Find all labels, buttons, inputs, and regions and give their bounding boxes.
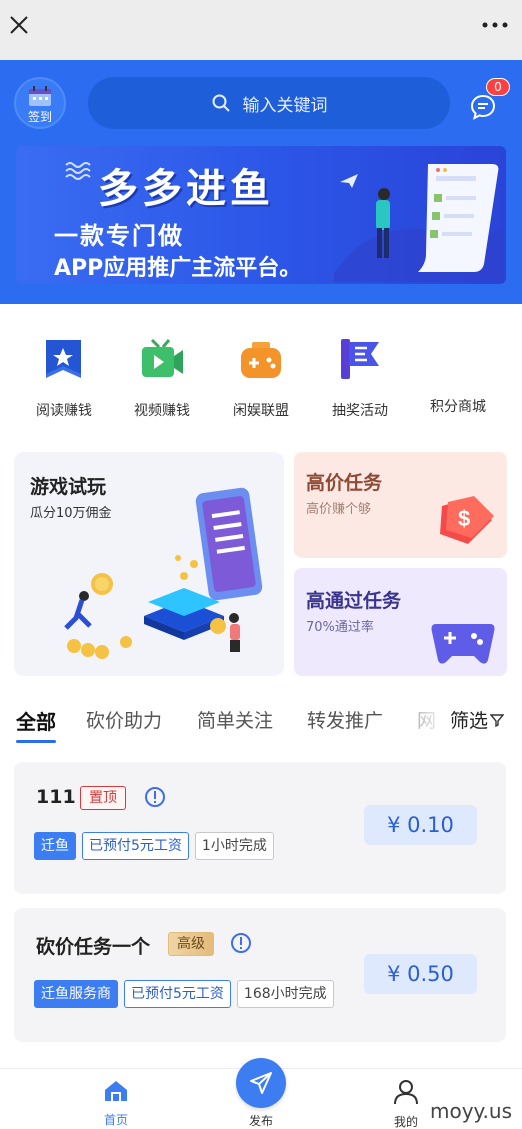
tab-fade (400, 700, 446, 740)
task-card[interactable]: 砍价任务一个 高级 迁鱼服务商 已预付5元工资 168小时完成 ¥ 0.50 (14, 908, 506, 1042)
banner-title: 多多进鱼 (98, 166, 274, 212)
task-price: ¥ 0.50 (364, 954, 477, 994)
publish-button[interactable] (236, 1058, 286, 1108)
tab-follow[interactable]: 简单关注 (197, 706, 273, 733)
category-label: 抽奖活动 (332, 403, 388, 419)
price-tag-icon: $ (440, 496, 494, 544)
tab-share[interactable]: 转发推广 (307, 706, 383, 733)
filter-label: 筛选 (450, 710, 489, 732)
promo-pass-subtitle: 70%通过率 (306, 620, 374, 635)
task-name: 111 (36, 786, 76, 808)
info-icon[interactable] (230, 932, 252, 954)
flag-icon (341, 339, 379, 379)
message-icon[interactable] (470, 94, 496, 120)
svg-text:$: $ (458, 506, 470, 531)
task-badge: 高级 (168, 932, 214, 956)
promo-game-subtitle: 瓜分10万佣金 (30, 506, 112, 521)
gamepad-icon (431, 624, 495, 664)
more-icon[interactable] (482, 20, 508, 30)
category-lottery[interactable]: 抽奖活动 (310, 336, 410, 420)
task-price: ¥ 0.10 (364, 805, 477, 845)
category-leisure[interactable]: 闲娱联盟 (211, 336, 311, 420)
task-tags: 迁鱼 已预付5元工资 1小时完成 (34, 832, 274, 860)
task-badge: 置顶 (80, 786, 126, 810)
promo-game-title: 游戏试玩 (30, 476, 107, 498)
task-tag: 1小时完成 (194, 832, 274, 860)
message-badge: 0 (486, 78, 510, 96)
header: 签到 输入关键词 0 多多进鱼 一款专门做 APP应用推广主流平台。 (0, 60, 522, 304)
category-label: 闲娱联盟 (233, 403, 289, 419)
close-icon[interactable] (8, 14, 30, 36)
task-tag: 迁鱼 (34, 832, 76, 860)
book-icon (46, 340, 81, 378)
task-tag: 迁鱼服务商 (34, 980, 118, 1008)
category-mall[interactable]: 积分商城 (408, 336, 508, 416)
task-tag: 已预付5元工资 (82, 832, 189, 860)
wave-icon (65, 162, 91, 180)
signin-label: 签到 (27, 110, 52, 124)
publish-label: 发布 (248, 1114, 273, 1128)
video-icon (142, 338, 183, 377)
banner-line1: 一款专门做 (54, 222, 184, 250)
info-icon[interactable] (144, 786, 166, 808)
filter-button[interactable]: 筛选 (450, 706, 505, 733)
promo-high-card[interactable]: 高价任务 高价赚个够 $ (294, 452, 507, 558)
nav-mine[interactable]: 我的 (376, 1079, 436, 1129)
promo-high-title: 高价任务 (306, 472, 383, 494)
search-placeholder: 输入关键词 (242, 95, 328, 116)
tab-indicator (16, 740, 56, 743)
filter-icon (490, 713, 505, 727)
banner-illustration (334, 164, 504, 282)
search-icon (212, 94, 230, 112)
task-tabs: 全部 砍价助力 简单关注 转发推广 网 筛选 (0, 700, 522, 746)
task-tag: 已预付5元工资 (124, 980, 231, 1008)
tab-all[interactable]: 全部 (16, 706, 56, 735)
home-icon (105, 1081, 127, 1101)
category-read[interactable]: 阅读赚钱 (14, 336, 114, 420)
category-label: 积分商城 (430, 399, 486, 415)
task-tag: 168小时完成 (236, 980, 334, 1008)
promo-high-subtitle: 高价赚个够 (306, 502, 372, 517)
signin-button[interactable]: 签到 (14, 77, 66, 129)
promo-pass-card[interactable]: 高通过任务 70%通过率 (294, 568, 507, 676)
tab-bargain[interactable]: 砍价助力 (86, 706, 162, 733)
nav-mine-label: 我的 (393, 1115, 418, 1129)
nav-home[interactable]: 首页 (86, 1079, 146, 1128)
category-row: 阅读赚钱 视频赚钱 闲娱联盟 抽奖活动 积分商城 (0, 320, 522, 420)
watermark: moyy.us (430, 1099, 512, 1123)
nav-home-label: 首页 (103, 1113, 128, 1127)
title-bar (0, 0, 522, 60)
gamepad-icon (241, 342, 281, 378)
task-name: 砍价任务一个 (36, 936, 151, 958)
banner[interactable]: 多多进鱼 一款专门做 APP应用推广主流平台。 (16, 146, 506, 284)
search-input[interactable]: 输入关键词 (88, 77, 450, 129)
task-card[interactable]: 111 置顶 迁鱼 已预付5元工资 1小时完成 ¥ 0.10 (14, 762, 506, 894)
task-tags: 迁鱼服务商 已预付5元工资 168小时完成 (34, 980, 334, 1008)
user-icon (394, 1080, 418, 1105)
category-video[interactable]: 视频赚钱 (112, 336, 212, 420)
promo-pass-title: 高通过任务 (306, 590, 402, 612)
category-label: 阅读赚钱 (36, 403, 92, 419)
banner-line2: APP应用推广主流平台。 (54, 256, 302, 281)
promo-game-card[interactable]: 游戏试玩 瓜分10万佣金 (14, 452, 284, 676)
send-icon (250, 1072, 272, 1094)
category-label: 视频赚钱 (134, 403, 190, 419)
calendar-icon (29, 86, 51, 106)
mall-icon (435, 336, 481, 382)
